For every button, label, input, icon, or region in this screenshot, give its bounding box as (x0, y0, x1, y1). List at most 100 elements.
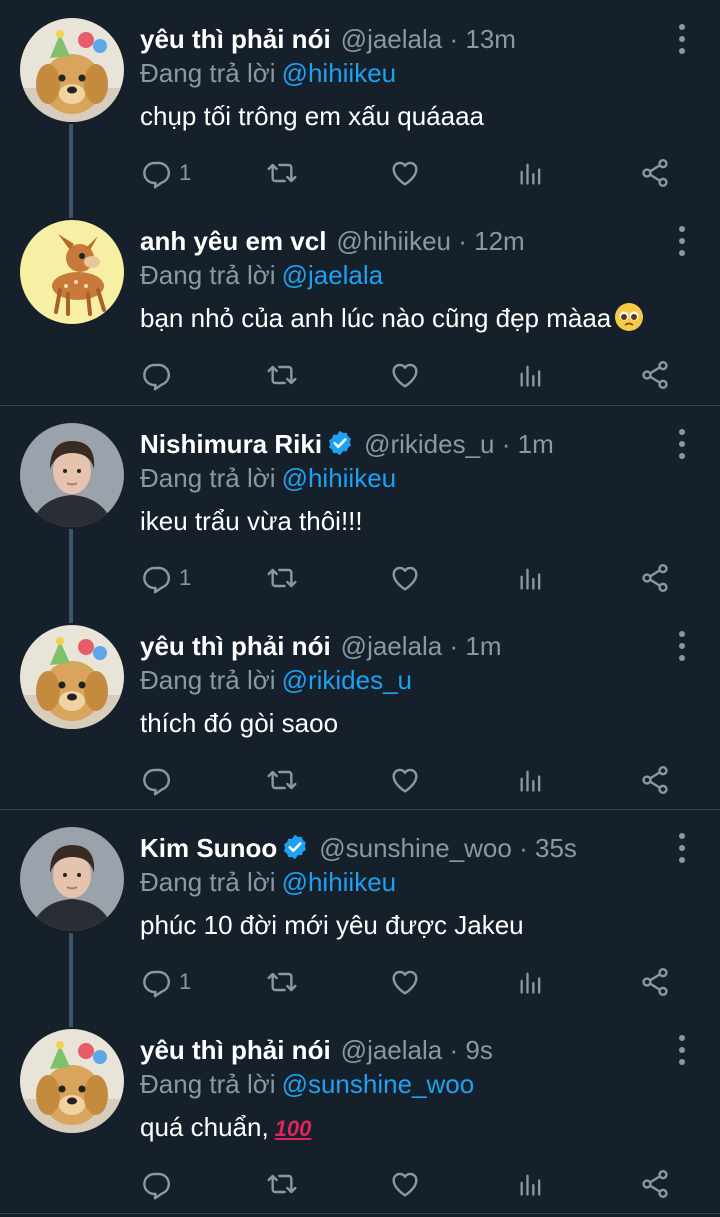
timestamp[interactable]: 13m (465, 24, 516, 54)
tweet[interactable]: yêu thì phải nói @jaelala · 9s Đang trả l… (0, 1011, 720, 1213)
timestamp[interactable]: 9s (465, 1035, 492, 1065)
retweet-button[interactable] (264, 1167, 300, 1201)
user-handle: @jaelala (340, 631, 443, 661)
share-button[interactable] (639, 965, 671, 999)
retweet-button[interactable] (264, 763, 300, 797)
analytics-button[interactable] (517, 156, 545, 190)
mention-link[interactable]: @hihiikeu (282, 463, 397, 493)
share-button[interactable] (639, 561, 671, 595)
reply-context: Đang trả lời @jaelala (140, 258, 383, 292)
tweet-text-content: bạn nhỏ của anh lúc nào cũng đẹp màaa (140, 303, 612, 333)
reply-button[interactable]: 1 (141, 965, 191, 999)
retweet-button[interactable] (264, 156, 300, 190)
display-name[interactable]: yêu thì phải nói (140, 631, 331, 661)
timestamp[interactable]: 35s (535, 833, 577, 863)
display-name[interactable]: anh yêu em vcl (140, 226, 326, 256)
tweet-text-content: quá chuẩn, (140, 1112, 269, 1142)
tweet[interactable]: Nishimura Riki @rikides_u · 1m Đang trả l… (0, 405, 720, 607)
mention-link[interactable]: @rikides_u (282, 665, 412, 695)
more-vertical-icon[interactable] (676, 429, 688, 459)
reply-button[interactable]: 1 (141, 156, 191, 190)
reply-count: 1 (179, 160, 192, 185)
display-name[interactable]: yêu thì phải nói (140, 24, 331, 54)
analytics-button[interactable] (517, 763, 545, 797)
tweet[interactable]: yêu thì phải nói @jaelala · 13m Đang trả … (0, 0, 720, 202)
tweet-actions (0, 759, 720, 799)
tweet[interactable]: yêu thì phải nói @jaelala · 1m Đang trả l… (0, 607, 720, 809)
display-name[interactable]: Kim Sunoo (140, 833, 277, 863)
retweet-icon (264, 1168, 300, 1200)
analytics-button[interactable] (517, 358, 545, 392)
thread-divider (0, 1213, 720, 1214)
avatar[interactable] (20, 18, 124, 122)
reply-count: 1 (179, 565, 192, 590)
mention-link[interactable]: @sunshine_woo (282, 1069, 475, 1099)
heart-icon (389, 359, 421, 391)
like-button[interactable] (389, 763, 421, 797)
reply-button[interactable] (141, 763, 179, 797)
reply-context: Đang trả lời @hihiikeu (140, 56, 396, 90)
avatar[interactable] (20, 1029, 124, 1133)
avatar[interactable] (20, 625, 124, 729)
retweet-button[interactable] (264, 965, 300, 999)
like-button[interactable] (389, 358, 421, 392)
tweet[interactable]: anh yêu em vcl @hihiikeu · 12m Đang trả l… (0, 202, 720, 404)
reply-button[interactable] (141, 358, 179, 392)
mention-link[interactable]: @hihiikeu (282, 867, 397, 897)
analytics-button[interactable] (517, 1167, 545, 1201)
reply-prefix: Đang trả lời (140, 1069, 276, 1099)
avatar[interactable] (20, 423, 124, 527)
reply-button[interactable]: 1 (141, 561, 191, 595)
like-button[interactable] (389, 561, 421, 595)
reply-context: Đang trả lời @hihiikeu (140, 461, 396, 495)
more-vertical-icon[interactable] (676, 1035, 688, 1065)
more-vertical-icon[interactable] (676, 833, 688, 863)
analytics-icon (517, 966, 545, 998)
avatar[interactable] (20, 827, 124, 931)
share-button[interactable] (639, 763, 671, 797)
retweet-button[interactable] (264, 561, 300, 595)
tweet[interactable]: Kim Sunoo @sunshine_woo · 35s Đang trả lờ… (0, 809, 720, 1011)
retweet-button[interactable] (264, 358, 300, 392)
more-vertical-icon[interactable] (676, 631, 688, 661)
analytics-icon (517, 157, 545, 189)
share-button[interactable] (639, 358, 671, 392)
like-button[interactable] (389, 965, 421, 999)
reply-prefix: Đang trả lời (140, 867, 276, 897)
more-vertical-icon[interactable] (676, 226, 688, 256)
reply-icon (141, 966, 173, 998)
timestamp[interactable]: 1m (518, 429, 554, 459)
user-handle: @rikides_u (364, 429, 495, 459)
tweet-header: yêu thì phải nói @jaelala · 9s (140, 1033, 660, 1067)
share-icon (639, 359, 671, 391)
mention-link[interactable]: @hihiikeu (282, 58, 397, 88)
share-button[interactable] (639, 156, 671, 190)
like-button[interactable] (389, 1167, 421, 1201)
avatar[interactable] (20, 220, 124, 324)
reply-button[interactable] (141, 1167, 179, 1201)
share-icon (639, 764, 671, 796)
user-handle: @sunshine_woo (319, 833, 512, 863)
tweet-text: chụp tối trông em xấu quáaaa (140, 101, 485, 131)
timestamp[interactable]: 12m (474, 226, 525, 256)
tweet-actions: 1 (0, 557, 720, 597)
analytics-icon (517, 359, 545, 391)
display-name[interactable]: Nishimura Riki (140, 429, 322, 459)
share-icon (639, 966, 671, 998)
like-button[interactable] (389, 156, 421, 190)
tweet-header: anh yêu em vcl @hihiikeu · 12m (140, 224, 660, 258)
retweet-icon (264, 562, 300, 594)
reply-prefix: Đang trả lời (140, 665, 276, 695)
separator: · (458, 226, 467, 256)
timestamp[interactable]: 1m (465, 631, 501, 661)
analytics-button[interactable] (517, 965, 545, 999)
tweet-header: Nishimura Riki @rikides_u · 1m (140, 427, 660, 461)
separator: · (519, 833, 528, 863)
reply-thread: Nishimura Riki @rikides_u · 1m Đang trả l… (0, 405, 720, 809)
more-vertical-icon[interactable] (676, 24, 688, 54)
share-button[interactable] (639, 1167, 671, 1201)
mention-link[interactable]: @jaelala (282, 260, 384, 290)
analytics-button[interactable] (517, 561, 545, 595)
display-name[interactable]: yêu thì phải nói (140, 1035, 331, 1065)
heart-icon (389, 764, 421, 796)
